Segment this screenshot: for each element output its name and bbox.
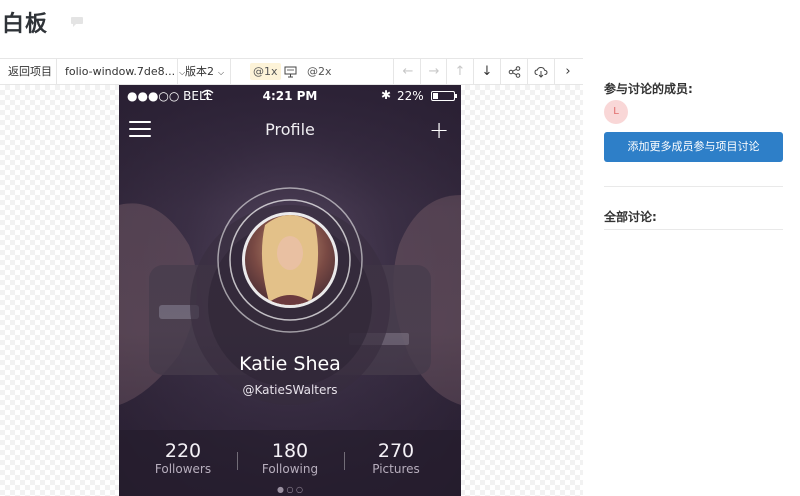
top-bar: 白板 — [0, 0, 800, 58]
toolbar-divider — [177, 59, 178, 84]
chevron-right-icon[interactable]: › — [555, 59, 581, 84]
status-bar: ●●●○○ BELL 4:21 PM ✱ 22% — [119, 85, 461, 107]
battery-tip — [455, 94, 457, 98]
discussion-sidebar: 参与讨论的成员: L 添加更多成员参与项目讨论 全部讨论: — [583, 58, 800, 496]
version-select[interactable]: 版本2 ⌵ — [185, 59, 224, 84]
version-label: 版本2 — [185, 65, 214, 78]
profile-avatar[interactable] — [215, 185, 365, 335]
battery-percent: 22% — [397, 89, 424, 103]
stat-value: 270 — [377, 440, 415, 462]
download-icon[interactable]: ↓ — [474, 59, 500, 84]
sidebar-divider — [604, 229, 783, 230]
toolbar: 返回项目 folio-window.7de8... ⌵ 版本2 ⌵ @1x @2x … — [0, 58, 583, 85]
stat-label: Following — [261, 462, 319, 476]
toolbar-divider — [393, 59, 394, 84]
stat-value: 220 — [164, 440, 202, 462]
all-discussions-heading: 全部讨论: — [604, 210, 657, 224]
arrow-up-icon[interactable]: ↑ — [447, 59, 473, 84]
stat-label: Pictures — [372, 462, 420, 476]
file-select[interactable]: folio-window.7de8... ⌵ — [65, 59, 185, 84]
page-indicator-icon: ● ○ ○ — [276, 485, 304, 494]
undo-icon[interactable]: ← — [395, 59, 421, 84]
battery-icon — [431, 91, 455, 101]
redo-icon[interactable]: → — [421, 59, 447, 84]
plus-icon[interactable]: + — [429, 116, 449, 144]
stat-following[interactable]: 180 Following — [233, 440, 347, 476]
monitor-icon[interactable] — [277, 59, 303, 84]
app-navbar: Profile + — [119, 107, 461, 155]
design-preview[interactable]: ●●●○○ BELL 4:21 PM ✱ 22% Profile + Katie… — [119, 85, 461, 496]
stat-value: 180 — [271, 440, 309, 462]
profile-name: Katie Shea — [239, 353, 341, 375]
chat-bubble-icon[interactable] — [70, 16, 84, 28]
scale-2x-button[interactable]: @2x — [305, 59, 334, 84]
share-icon[interactable] — [501, 59, 527, 84]
toolbar-divider — [230, 59, 231, 84]
file-name: folio-window.7de8... — [65, 65, 176, 78]
sidebar-divider — [604, 186, 783, 187]
nav-title: Profile — [265, 120, 315, 139]
chevron-down-icon: ⌵ — [218, 67, 225, 77]
toolbar-divider — [56, 59, 57, 84]
scale-1x-label: @1x — [250, 63, 281, 80]
bluetooth-icon: ✱ — [381, 88, 392, 102]
cloud-download-icon[interactable] — [528, 59, 554, 84]
stat-pictures[interactable]: 270 Pictures — [339, 440, 453, 476]
profile-handle: @KatieSWalters — [242, 383, 338, 397]
back-to-project-button[interactable]: 返回项目 — [8, 59, 52, 84]
add-members-button[interactable]: 添加更多成员参与项目讨论 — [604, 132, 783, 162]
page-title: 白板 — [2, 12, 49, 37]
stat-followers[interactable]: 220 Followers — [126, 440, 240, 476]
member-avatar[interactable]: L — [604, 100, 628, 124]
stat-label: Followers — [154, 462, 212, 476]
members-heading: 参与讨论的成员: — [604, 82, 693, 96]
scale-1x-button[interactable]: @1x — [250, 59, 281, 84]
scale-2x-label: @2x — [307, 65, 332, 78]
